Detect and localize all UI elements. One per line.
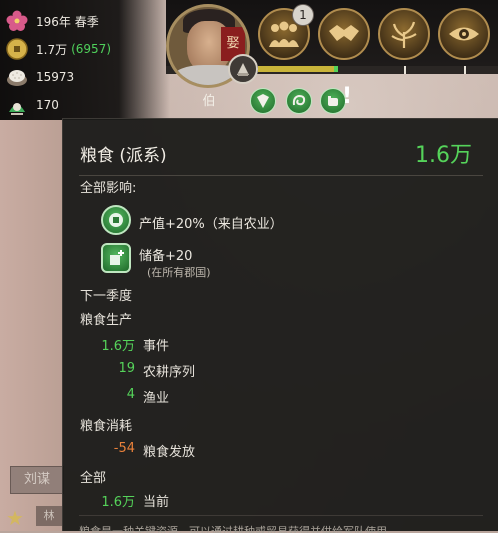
all-effects-heading: 全部影响: bbox=[80, 181, 137, 196]
coin-icon bbox=[6, 38, 28, 60]
map-city-label[interactable]: 刘谋 bbox=[10, 466, 64, 494]
storage-influence-icon bbox=[101, 243, 131, 273]
production-value: 19 bbox=[118, 361, 135, 376]
eye-icon bbox=[449, 27, 479, 41]
star-icon: ★ bbox=[6, 506, 24, 530]
consumption-label: 粮食发放 bbox=[143, 445, 196, 460]
consumption-heading: 粮食消耗 bbox=[80, 419, 133, 434]
influence-production: 产值+20%（来自农业） bbox=[139, 217, 283, 232]
progress-fill bbox=[258, 66, 334, 72]
notification-badge: 1 bbox=[292, 4, 314, 26]
production-value: 1.6万 bbox=[101, 339, 135, 354]
intrigue-button[interactable] bbox=[438, 8, 490, 60]
divider bbox=[79, 175, 483, 176]
date-text: 196年 春季 bbox=[36, 14, 99, 29]
fist-icon bbox=[328, 96, 338, 106]
food-text: 15973 bbox=[36, 70, 75, 84]
tech-tree-button[interactable] bbox=[378, 8, 430, 60]
rank-label: 伯 bbox=[202, 94, 216, 109]
coin-influence-icon bbox=[101, 205, 131, 235]
resource-stats: 196年 春季 1.7万 (6957) 15973 170 bbox=[0, 0, 170, 120]
influence-reserve: 储备+20 bbox=[139, 249, 193, 264]
consumption-value: -54 bbox=[113, 441, 135, 456]
date-stat[interactable]: 196年 春季 bbox=[6, 10, 99, 32]
total-label: 当前 bbox=[143, 495, 170, 510]
map-city-label-2[interactable]: 林 bbox=[36, 506, 62, 526]
production-label: 农耕序列 bbox=[143, 365, 196, 380]
next-season-heading: 下一季度 bbox=[80, 289, 133, 304]
handshake-icon bbox=[329, 25, 359, 41]
money-text: 1.7万 bbox=[36, 42, 68, 57]
money-income: (6957) bbox=[71, 42, 111, 56]
money-stat[interactable]: 1.7万 (6957) bbox=[6, 38, 111, 60]
progress-marker bbox=[334, 66, 338, 72]
shield-icon bbox=[257, 94, 269, 108]
production-heading: 粮食生产 bbox=[80, 313, 133, 328]
total-value: 1.6万 bbox=[101, 495, 135, 510]
production-value: 4 bbox=[126, 387, 135, 402]
production-label: 渔业 bbox=[143, 391, 170, 406]
tooltip-total: 1.6万 bbox=[415, 143, 472, 168]
dragon-icon bbox=[292, 94, 306, 106]
dragon-status-button[interactable] bbox=[286, 88, 312, 114]
food-tooltip: 粮食 (派系) 1.6万 全部影响: 产值+20%（来自农业） 储备+20 (在… bbox=[62, 118, 498, 533]
rice-icon bbox=[6, 66, 28, 88]
production-label: 事件 bbox=[143, 339, 170, 354]
tree-icon bbox=[391, 21, 417, 48]
progress-tick bbox=[404, 66, 406, 74]
progress-tick bbox=[464, 66, 466, 74]
rank-icon[interactable] bbox=[228, 54, 258, 84]
food-stat[interactable]: 15973 bbox=[6, 66, 74, 88]
population-stat[interactable]: 170 bbox=[6, 94, 59, 116]
tooltip-title: 粮食 (派系) bbox=[80, 146, 167, 166]
influence-reserve-sub: (在所有郡国) bbox=[147, 266, 211, 279]
diplomacy-button[interactable] bbox=[318, 8, 370, 60]
divider bbox=[79, 515, 483, 516]
population-icon bbox=[6, 94, 28, 116]
total-heading: 全部 bbox=[80, 471, 107, 486]
flower-icon bbox=[6, 10, 28, 32]
tooltip-footer: 粮食是一种关键资源，可以通过耕种或贸易获得并供给军队使用 bbox=[79, 525, 387, 533]
population-text: 170 bbox=[36, 98, 59, 112]
military-status-button[interactable] bbox=[250, 88, 276, 114]
alert-icon[interactable]: ! bbox=[342, 84, 352, 109]
